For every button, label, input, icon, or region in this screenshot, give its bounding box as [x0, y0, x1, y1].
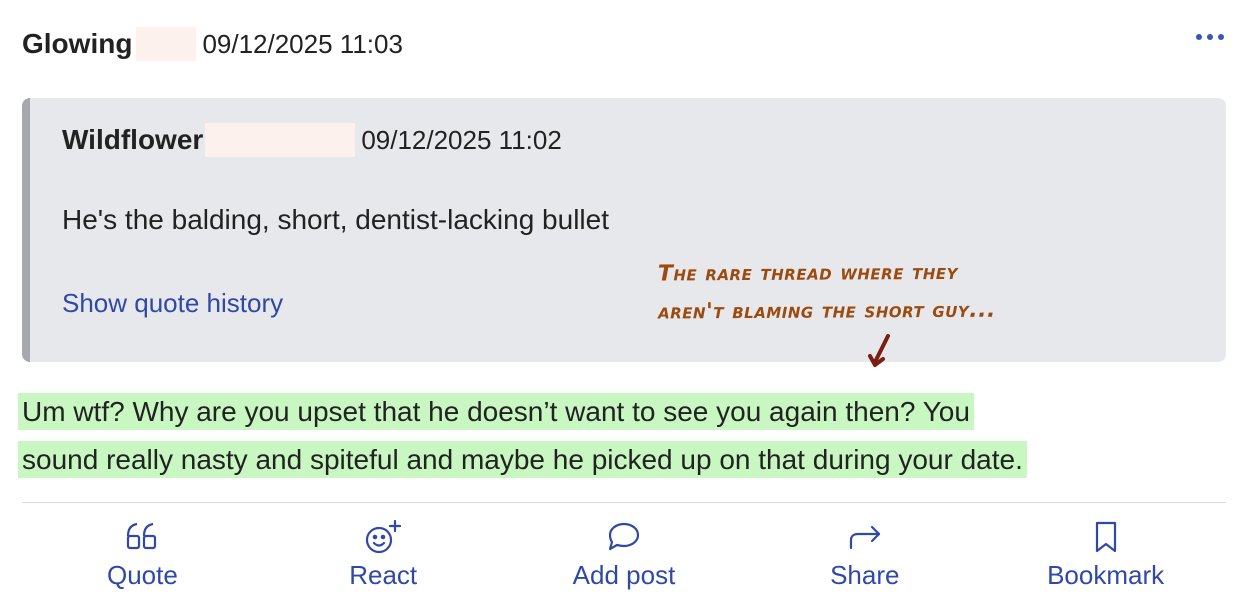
add-post-label: Add post [572, 560, 676, 590]
react-button[interactable]: React [263, 518, 504, 598]
bookmark-button[interactable]: Bookmark [985, 518, 1226, 598]
quote-author[interactable]: Wildflower [62, 124, 203, 156]
ellipsis-icon[interactable] [1194, 28, 1226, 46]
quote-label: Quote [106, 560, 178, 590]
quote-timestamp[interactable]: 09/12/2025 11:02 [361, 125, 561, 156]
post-actions: Quote React Add post Share Bookmark [22, 518, 1226, 598]
share-button[interactable]: Share [744, 518, 985, 598]
redacted-flair [136, 27, 197, 61]
annotation-arrow-icon [868, 334, 890, 367]
bookmark-icon [1087, 518, 1125, 556]
react-smiley-icon [364, 518, 402, 556]
highlighted-text: Um wtf? Why are you upset that he doesn’… [18, 393, 974, 430]
show-quote-history-link[interactable]: Show quote history [62, 288, 283, 319]
quote-header: Wildflower 09/12/2025 11:02 [62, 120, 562, 160]
post-author[interactable]: Glowing [22, 28, 132, 60]
annotation-line: aren't blaming the short guy... [658, 297, 996, 325]
share-label: Share [830, 560, 900, 590]
react-label: React [349, 560, 418, 590]
post-header: Glowing 09/12/2025 11:03 [22, 22, 1230, 66]
divider [22, 502, 1226, 503]
highlighted-text: sound really nasty and spiteful and mayb… [18, 441, 1027, 478]
share-arrow-icon [846, 518, 884, 556]
handwritten-annotation: The rare thread where they aren't blamin… [658, 253, 1218, 332]
quote-text: He's the balding, short, dentist-lacking… [62, 204, 609, 235]
quote-button[interactable]: Quote [22, 518, 263, 598]
bookmark-label: Bookmark [1047, 560, 1165, 590]
speech-bubble-icon [605, 518, 643, 556]
quote-icon [123, 518, 161, 556]
annotation-line: The rare thread where they [657, 259, 959, 287]
add-post-button[interactable]: Add post [504, 518, 745, 598]
post-timestamp[interactable]: 09/12/2025 11:03 [202, 29, 402, 60]
quote-bar [22, 98, 30, 362]
post-body: Um wtf? Why are you upset that he doesn’… [18, 388, 1218, 484]
redacted-flair [205, 123, 356, 157]
